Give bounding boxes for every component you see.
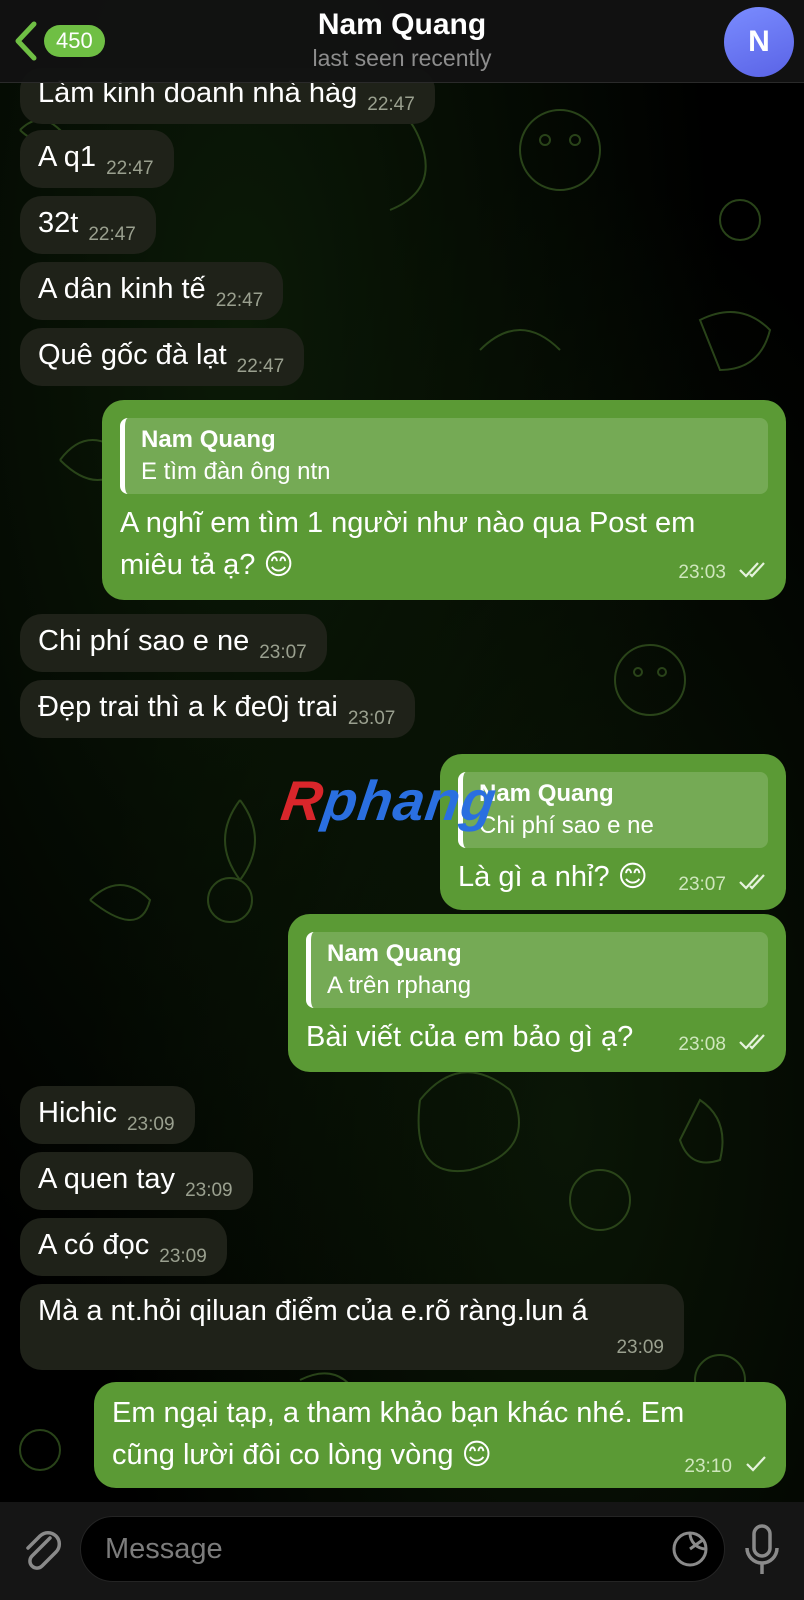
double-check-icon — [739, 874, 765, 890]
reply-text: E tìm đàn ông ntn — [141, 458, 331, 485]
message-time: 23:07 — [347, 708, 396, 729]
message-time: 23:09 — [126, 1114, 175, 1135]
message-bubble-outgoing[interactable]: Em ngại tạp, a tham khảo bạn khác nhé. E… — [94, 1382, 786, 1488]
message-text: 32t — [38, 207, 79, 239]
last-seen-status: last seen recently — [312, 45, 492, 71]
message-text: Bài viết của em bảo gì ạ? — [306, 1021, 634, 1053]
message-text: A có đọc — [38, 1229, 150, 1261]
message-time: 23:07 — [259, 642, 307, 663]
double-check-icon — [739, 562, 765, 578]
reply-quote[interactable]: Nam Quang A trên rphang — [306, 932, 768, 1008]
reply-text: A trên rphang — [327, 972, 472, 999]
mic-icon[interactable] — [742, 1522, 782, 1578]
message-bubble-incoming[interactable]: A q1 22:47 — [20, 130, 174, 188]
avatar[interactable]: N — [724, 7, 794, 77]
message-input[interactable]: Message — [80, 1516, 725, 1582]
message-time: 23:03 — [678, 562, 726, 583]
single-check-icon — [746, 1456, 766, 1472]
message-text-line-2: cũng lười đôi co lòng vòng 😊 — [112, 1439, 492, 1471]
message-time: 23:07 — [678, 874, 726, 895]
reply-author: Nam Quang — [327, 940, 462, 967]
message-text: Mà a nt.hỏi qiluan điểm của e.rõ ràng.lu… — [38, 1295, 588, 1327]
message-text: Quê gốc đà lạt — [38, 339, 227, 371]
message-time: 22:47 — [106, 158, 154, 179]
message-time: 23:09 — [159, 1246, 207, 1267]
message-bubble-incoming[interactable]: Mà a nt.hỏi qiluan điểm của e.rõ ràng.lu… — [20, 1284, 684, 1370]
reply-quote[interactable]: Nam Quang E tìm đàn ông ntn — [120, 418, 768, 494]
message-time: 23:09 — [185, 1180, 233, 1201]
message-text: A quen tay — [38, 1163, 176, 1195]
message-time: 23:10 — [684, 1456, 732, 1477]
message-time: 22:47 — [88, 224, 136, 245]
message-text-line-2: miêu tả ạ? 😊 — [120, 549, 294, 581]
message-bubble-incoming[interactable]: Chi phí sao e ne 23:07 — [20, 614, 327, 672]
message-text: A dân kinh tế — [38, 273, 206, 305]
sticker-icon[interactable] — [670, 1529, 710, 1569]
message-text: Chi phí sao e ne — [38, 625, 250, 657]
message-text-line-1: Em ngại tạp, a tham khảo bạn khác nhé. E… — [112, 1397, 685, 1429]
message-bubble-outgoing[interactable]: Nam Quang A trên rphang Bài viết của em … — [288, 914, 786, 1072]
message-bubble-incoming[interactable]: A quen tay 23:09 — [20, 1152, 253, 1210]
message-text-line-1: A nghĩ em tìm 1 người như nào qua Post e… — [120, 507, 696, 539]
watermark-logo: Rphang — [277, 769, 501, 832]
message-text: A q1 — [38, 141, 97, 173]
message-time: 22:47 — [236, 356, 285, 377]
message-bubble-incoming[interactable]: Quê gốc đà lạt 22:47 — [20, 328, 305, 386]
message-bubble-incoming[interactable]: Đẹp trai thì a k đe0j trai 23:07 — [20, 680, 416, 738]
reply-text: Chi phí sao e ne — [479, 812, 654, 839]
message-bubble-incoming[interactable]: 32t 22:47 — [20, 196, 156, 254]
chat-title[interactable]: Nam Quang — [0, 8, 804, 42]
reply-author: Nam Quang — [141, 426, 276, 453]
message-bubble-incoming[interactable]: A có đọc 23:09 — [20, 1218, 227, 1276]
reply-quote[interactable]: Nam Quang Chi phí sao e ne — [458, 772, 768, 848]
message-bubble-outgoing[interactable]: Nam Quang E tìm đàn ông ntn A nghĩ em tì… — [102, 400, 786, 600]
attach-icon[interactable] — [20, 1526, 64, 1576]
message-time: 23:08 — [678, 1034, 726, 1055]
message-time: 22:47 — [215, 290, 264, 311]
reply-author: Nam Quang — [479, 780, 614, 807]
message-input-bar: Message — [0, 1502, 804, 1600]
message-time: 22:47 — [367, 94, 415, 115]
chat-header: 450 Nam Quang last seen recently N — [0, 0, 804, 83]
message-bubble-incoming[interactable]: A dân kinh tế 22:47 — [20, 262, 284, 320]
double-check-icon — [739, 1034, 765, 1050]
message-bubble-incoming[interactable]: Hichic 23:09 — [20, 1086, 195, 1144]
message-text: Đẹp trai thì a k đe0j trai — [38, 691, 338, 723]
message-text: Là gì a nhỉ? 😊 — [458, 861, 648, 893]
message-placeholder: Message — [105, 1533, 223, 1565]
message-text: Hichic — [38, 1097, 117, 1129]
message-time: 23:09 — [616, 1337, 664, 1358]
